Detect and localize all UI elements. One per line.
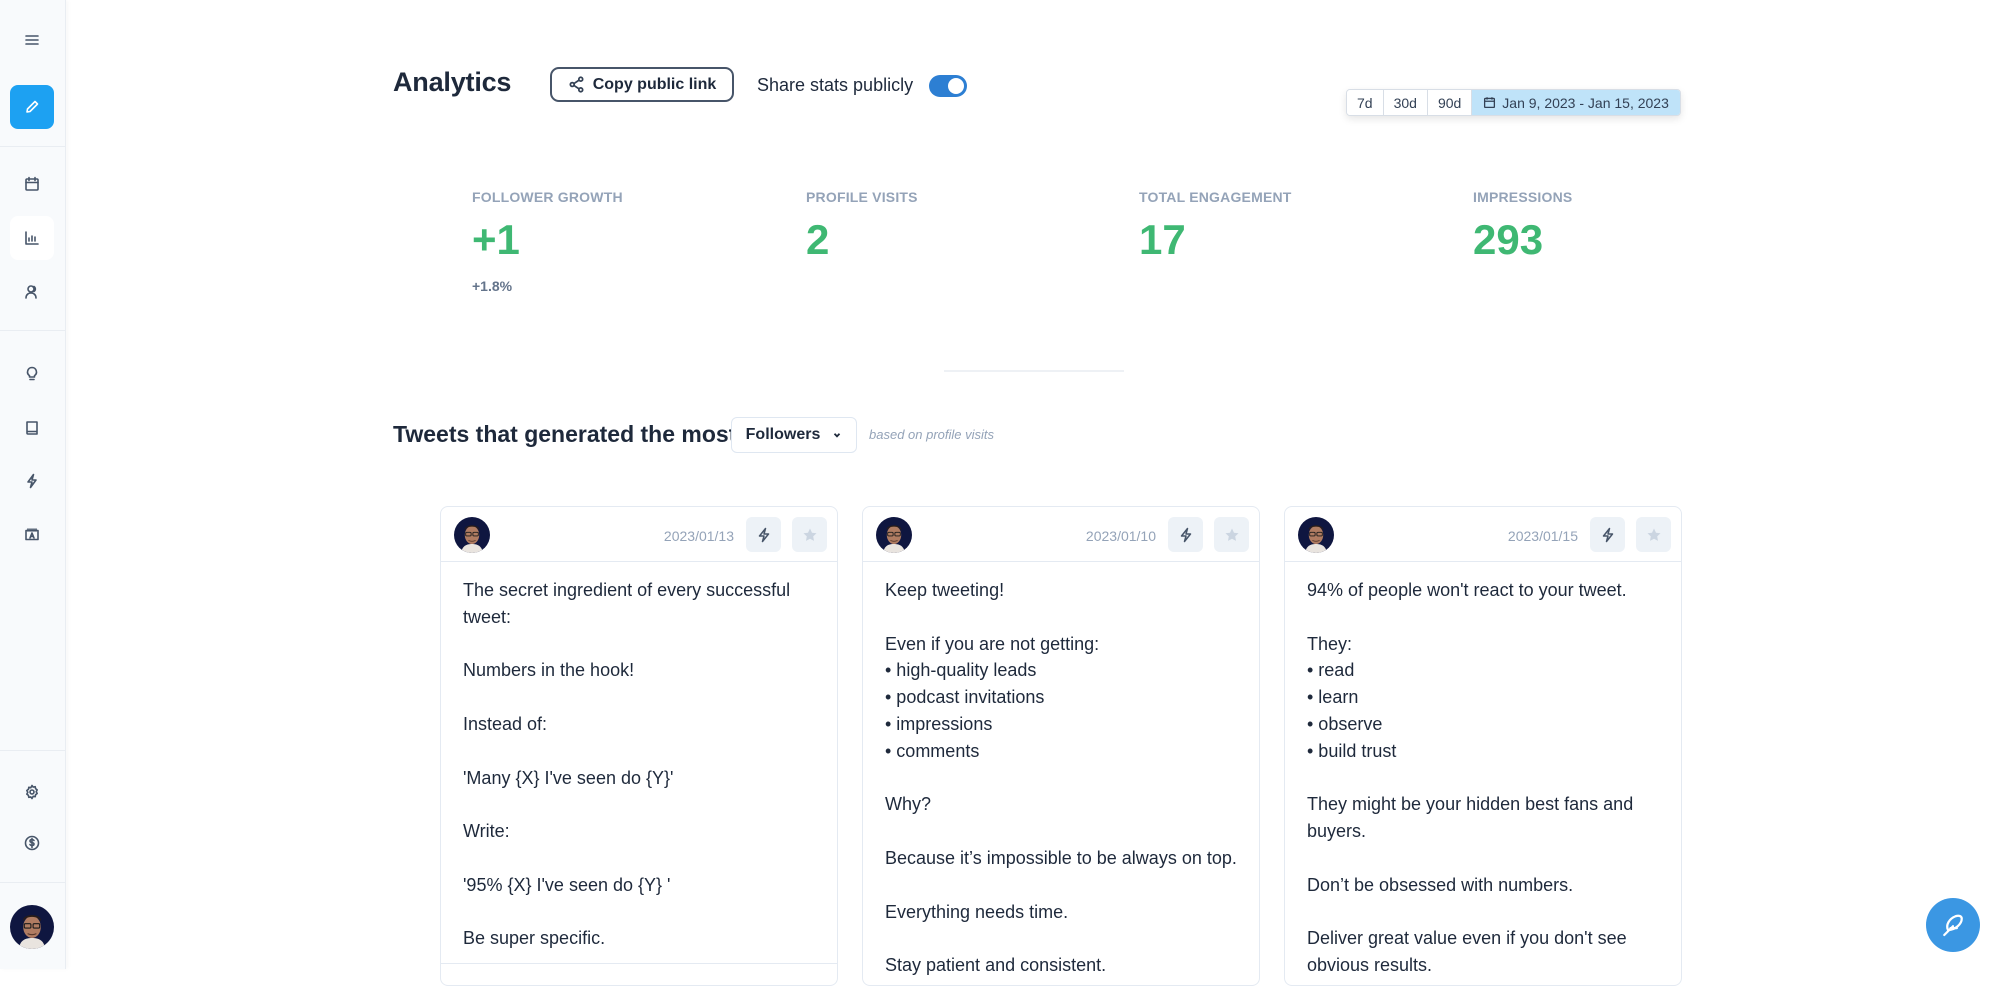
sidebar-item-billing[interactable] — [10, 821, 54, 865]
stat-profile-visits: PROFILE VISITS 2 — [806, 189, 918, 261]
metric-dropdown[interactable]: Followers — [731, 417, 857, 453]
tweet-card-footer-divider — [441, 963, 837, 964]
stat-label: TOTAL ENGAGEMENT — [1139, 189, 1292, 205]
sidebar-divider — [0, 750, 66, 751]
sidebar-item-audience[interactable] — [10, 270, 54, 314]
stat-label: FOLLOWER GROWTH — [472, 189, 623, 205]
boost-button[interactable] — [1590, 517, 1625, 552]
top-tweets-title: Tweets that generated the most — [393, 421, 737, 447]
gear-icon — [26, 784, 38, 800]
sidebar-item-menu[interactable] — [10, 18, 54, 62]
book-icon — [26, 421, 38, 435]
bar-chart-icon — [25, 231, 39, 245]
tweet-card: 2023/01/15 94% of people won't react to … — [1284, 506, 1682, 986]
lightning-icon — [758, 527, 769, 542]
user-avatar[interactable] — [10, 905, 54, 949]
sidebar-divider — [0, 882, 66, 883]
tweet-card-header: 2023/01/15 — [1285, 507, 1681, 562]
sidebar-item-calendar[interactable] — [10, 162, 54, 206]
lightning-icon — [27, 473, 37, 489]
share-stats-label: Share stats publicly — [757, 75, 914, 95]
tweet-card-header: 2023/01/13 — [441, 507, 837, 562]
tweet-author-avatar — [454, 517, 490, 553]
sidebar-item-automation[interactable] — [10, 459, 54, 503]
favorite-button[interactable] — [792, 517, 827, 552]
range-7d-button[interactable]: 7d — [1347, 90, 1384, 115]
feather-icon — [1943, 914, 1963, 937]
stat-value: +1 — [472, 216, 520, 263]
boost-button[interactable] — [746, 517, 781, 552]
favorite-button[interactable] — [1214, 517, 1249, 552]
boost-button[interactable] — [1168, 517, 1203, 552]
star-icon — [1225, 528, 1238, 541]
tweet-text: Keep tweeting! Even if you are not getti… — [885, 580, 1237, 976]
stat-value: 17 — [1139, 216, 1186, 263]
stat-follower-growth: FOLLOWER GROWTH +1 +1.8% — [472, 189, 623, 294]
tweet-date: 2023/01/15 — [1507, 528, 1578, 544]
avatar-image — [10, 905, 54, 949]
dollar-circle-icon — [24, 835, 40, 851]
tweet-card: 2023/01/13 The secret ingredient of ever… — [440, 506, 838, 986]
chevron-down-icon — [834, 433, 841, 438]
stat-value: 2 — [806, 216, 830, 263]
tweet-date: 2023/01/13 — [663, 528, 734, 544]
tweet-text: The secret ingredient of every successfu… — [463, 580, 791, 949]
metric-selected-value: Followers — [745, 426, 821, 443]
users-icon — [25, 285, 37, 299]
share-stats-toggle[interactable] — [929, 75, 967, 97]
pencil-icon — [26, 100, 39, 113]
avatar-image — [876, 517, 912, 553]
sidebar-item-analytics[interactable] — [10, 216, 54, 260]
tweet-text: 94% of people won't react to your tweet.… — [1307, 580, 1634, 976]
range-90d-button[interactable]: 90d — [1427, 90, 1473, 115]
tweet-date: 2023/01/10 — [1085, 528, 1156, 544]
stat-label: IMPRESSIONS — [1473, 189, 1573, 205]
page-title: Analytics — [393, 67, 512, 97]
compose-tweet-fab[interactable] — [1926, 898, 1980, 952]
avatar-image — [1298, 517, 1334, 553]
share-icon — [569, 76, 584, 93]
copy-public-link-label: Copy public link — [592, 75, 717, 93]
sidebar-divider — [0, 330, 66, 331]
sidebar-item-library[interactable] — [10, 406, 54, 450]
stat-label: PROFILE VISITS — [806, 189, 918, 205]
stat-impressions: IMPRESSIONS 293 — [1473, 189, 1572, 261]
hamburger-menu-icon — [25, 35, 39, 45]
sidebar — [0, 0, 66, 969]
date-range-value: Jan 9, 2023 - Jan 15, 2023 — [1502, 94, 1669, 111]
tweet-author-avatar — [876, 517, 912, 553]
lightning-icon — [1180, 527, 1191, 542]
section-divider — [944, 370, 1124, 372]
sidebar-item-settings[interactable] — [10, 770, 54, 814]
metric-note: based on profile visits — [869, 427, 995, 442]
date-range-selector: 7d 30d 90d Jan 9, 2023 - Jan 15, 2023 — [1346, 89, 1681, 116]
stat-change: +1.8% — [472, 278, 513, 294]
custom-date-range-button[interactable]: Jan 9, 2023 - Jan 15, 2023 — [1472, 90, 1680, 115]
copy-public-link-button[interactable]: Copy public link — [550, 67, 734, 102]
star-icon — [1647, 528, 1660, 541]
sidebar-item-compose[interactable] — [10, 85, 54, 129]
range-30d-button[interactable]: 30d — [1383, 90, 1428, 115]
stat-value: 293 — [1473, 216, 1544, 263]
avatar-image — [454, 517, 490, 553]
tweet-card-header: 2023/01/10 — [863, 507, 1259, 562]
toggle-knob — [948, 78, 964, 94]
template-icon — [25, 528, 39, 541]
calendar-icon — [25, 176, 39, 191]
calendar-icon — [1484, 97, 1496, 109]
star-icon — [803, 528, 816, 541]
lightbulb-icon — [26, 366, 38, 381]
favorite-button[interactable] — [1636, 517, 1671, 552]
lightning-icon — [1602, 527, 1613, 542]
sidebar-divider — [0, 146, 66, 147]
sidebar-item-inspiration[interactable] — [10, 352, 54, 396]
stat-total-engagement: TOTAL ENGAGEMENT 17 — [1139, 189, 1292, 261]
tweet-author-avatar — [1298, 517, 1334, 553]
tweet-card: 2023/01/10 Keep tweeting! Even if you ar… — [862, 506, 1260, 986]
sidebar-item-templates[interactable] — [10, 513, 54, 557]
